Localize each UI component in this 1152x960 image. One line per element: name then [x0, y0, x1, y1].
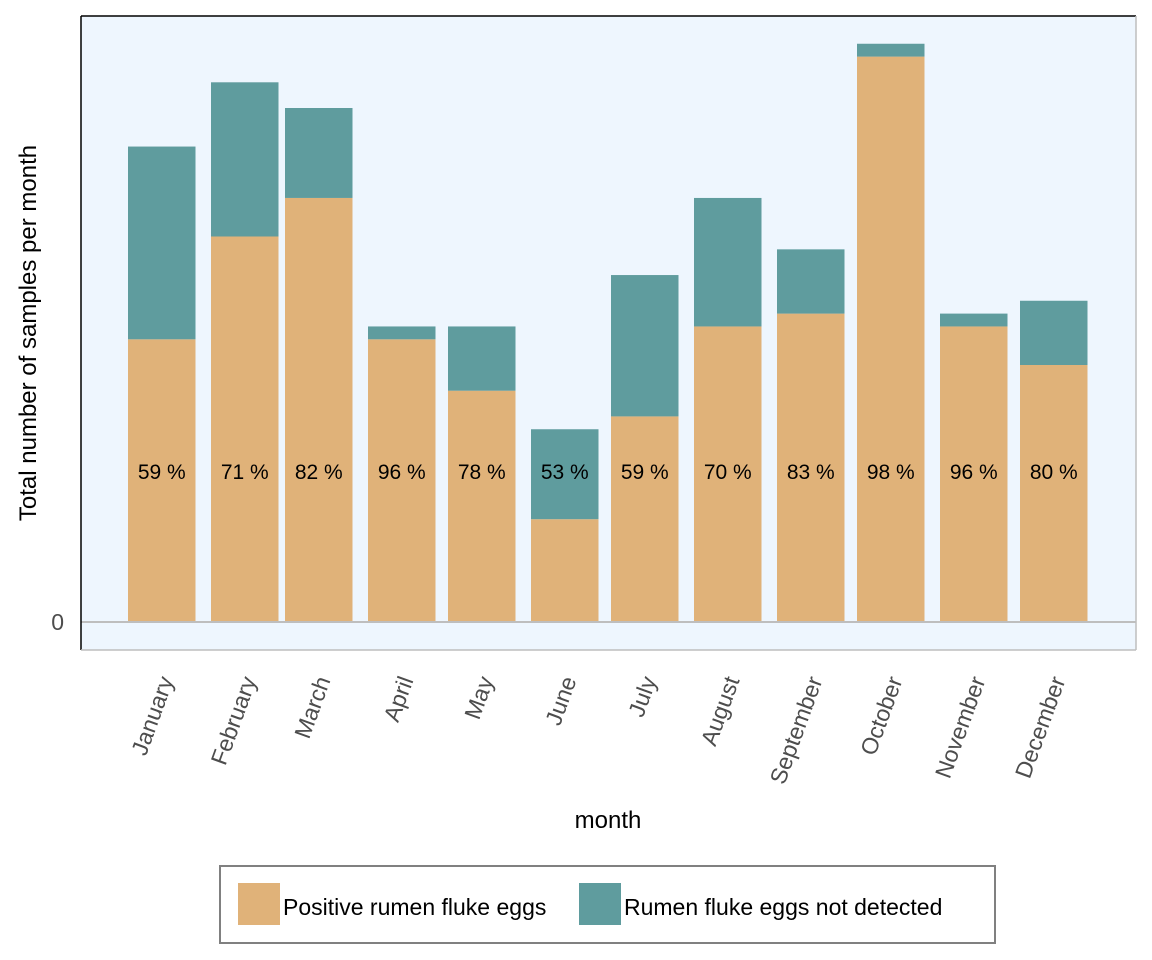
x-tick-label-november: November	[930, 673, 991, 782]
bar-october-positive	[857, 56, 925, 623]
data-label-december: 80 %	[1030, 461, 1078, 484]
y-axis-title: Total number of samples per month	[15, 145, 42, 521]
x-tick-label-august: August	[696, 672, 745, 749]
bar-december-not-detected	[1020, 300, 1088, 365]
legend-swatch-not-detected	[579, 883, 621, 925]
bar-march-positive	[285, 197, 353, 622]
x-tick-label-december: December	[1010, 673, 1071, 782]
x-axis-title: month	[575, 807, 642, 834]
legend-label-not-detected: Rumen fluke eggs not detected	[624, 894, 942, 920]
x-tick-label-june: June	[540, 673, 581, 729]
data-label-january: 59 %	[138, 461, 186, 484]
x-tick-label-march: March	[289, 673, 335, 742]
data-label-november: 96 %	[950, 461, 998, 484]
data-label-october: 98 %	[867, 461, 915, 484]
bar-july-not-detected	[611, 275, 679, 417]
bar-march-not-detected	[285, 108, 353, 198]
data-label-august: 70 %	[704, 461, 752, 484]
bar-october-not-detected	[857, 43, 925, 57]
bar-may-not-detected	[448, 326, 516, 391]
bar-january-not-detected	[128, 146, 196, 340]
data-label-march: 82 %	[295, 461, 343, 484]
bar-june-positive	[531, 519, 599, 622]
bar-february-not-detected	[211, 82, 279, 237]
x-tick-label-july: July	[623, 672, 662, 720]
bar-february-positive	[211, 236, 279, 622]
x-tick-label-may: May	[459, 672, 498, 722]
legend-swatch-positive	[238, 883, 280, 925]
bar-september-not-detected	[777, 249, 845, 314]
data-label-july: 59 %	[621, 461, 669, 484]
legend: Positive rumen fluke eggs Rumen fluke eg…	[219, 865, 996, 944]
bar-november-not-detected	[940, 313, 1008, 327]
x-tick-label-october: October	[855, 673, 908, 759]
bar-july-positive	[611, 416, 679, 622]
x-tick-label-september: September	[765, 673, 828, 788]
data-label-may: 78 %	[458, 461, 506, 484]
bar-april-not-detected	[368, 326, 436, 340]
bar-august-not-detected	[694, 197, 762, 327]
data-label-june: 53 %	[541, 461, 589, 484]
bar-december-positive	[1020, 365, 1088, 622]
data-label-february: 71 %	[221, 461, 269, 484]
stacked-bar-chart: 59 % 71 % 82 % 96 % 78 % 53 % 59 % 70 % 83 % 98 %…	[15, 15, 1137, 944]
data-label-april: 96 %	[378, 461, 426, 484]
data-label-september: 83 %	[787, 461, 835, 484]
x-tick-label-april: April	[378, 673, 418, 725]
legend-label-positive: Positive rumen fluke eggs	[283, 894, 546, 920]
x-tick-label-february: February	[206, 672, 262, 768]
y-tick-label: 0	[51, 609, 64, 635]
x-tick-label-january: January	[126, 672, 179, 758]
bar-may-positive	[448, 390, 516, 622]
x-tick-labels-group: January February March April May June July Augu…	[126, 672, 1071, 787]
